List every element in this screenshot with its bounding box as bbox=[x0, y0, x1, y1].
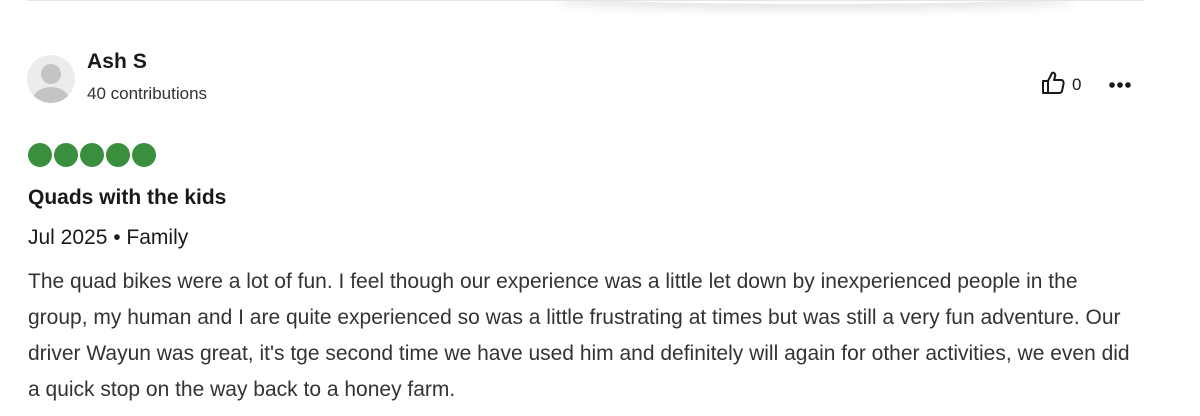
review-date-and-trip-type: Jul 2025 • Family bbox=[28, 226, 189, 249]
review-body: The quad bikes were a lot of fun. I feel… bbox=[28, 270, 1130, 401]
thumbs-up-icon bbox=[1040, 70, 1066, 101]
review-card: Ash S 40 contributions 0 Quads with the … bbox=[0, 0, 1200, 416]
user-contributions: 40 contributions bbox=[87, 84, 208, 103]
more-options-icon bbox=[1108, 76, 1132, 94]
rating-bubble bbox=[106, 143, 130, 167]
rating-bubble bbox=[28, 143, 52, 167]
helpful-vote-button[interactable]: 0 bbox=[1040, 70, 1082, 101]
rating-bubble bbox=[54, 143, 78, 167]
review-title[interactable]: Quads with the kids bbox=[28, 186, 226, 210]
rating-bubble bbox=[132, 143, 156, 167]
avatar-head bbox=[41, 64, 61, 84]
avatar-shoulders bbox=[32, 87, 70, 103]
user-name-link[interactable]: Ash S bbox=[87, 50, 147, 74]
top-divider bbox=[27, 0, 1144, 1]
helpful-count: 0 bbox=[1072, 75, 1082, 94]
rating-bubble bbox=[80, 143, 104, 167]
default-avatar-icon[interactable] bbox=[27, 55, 75, 103]
rating-bubbles bbox=[28, 143, 156, 167]
more-options-button[interactable] bbox=[1106, 72, 1134, 98]
